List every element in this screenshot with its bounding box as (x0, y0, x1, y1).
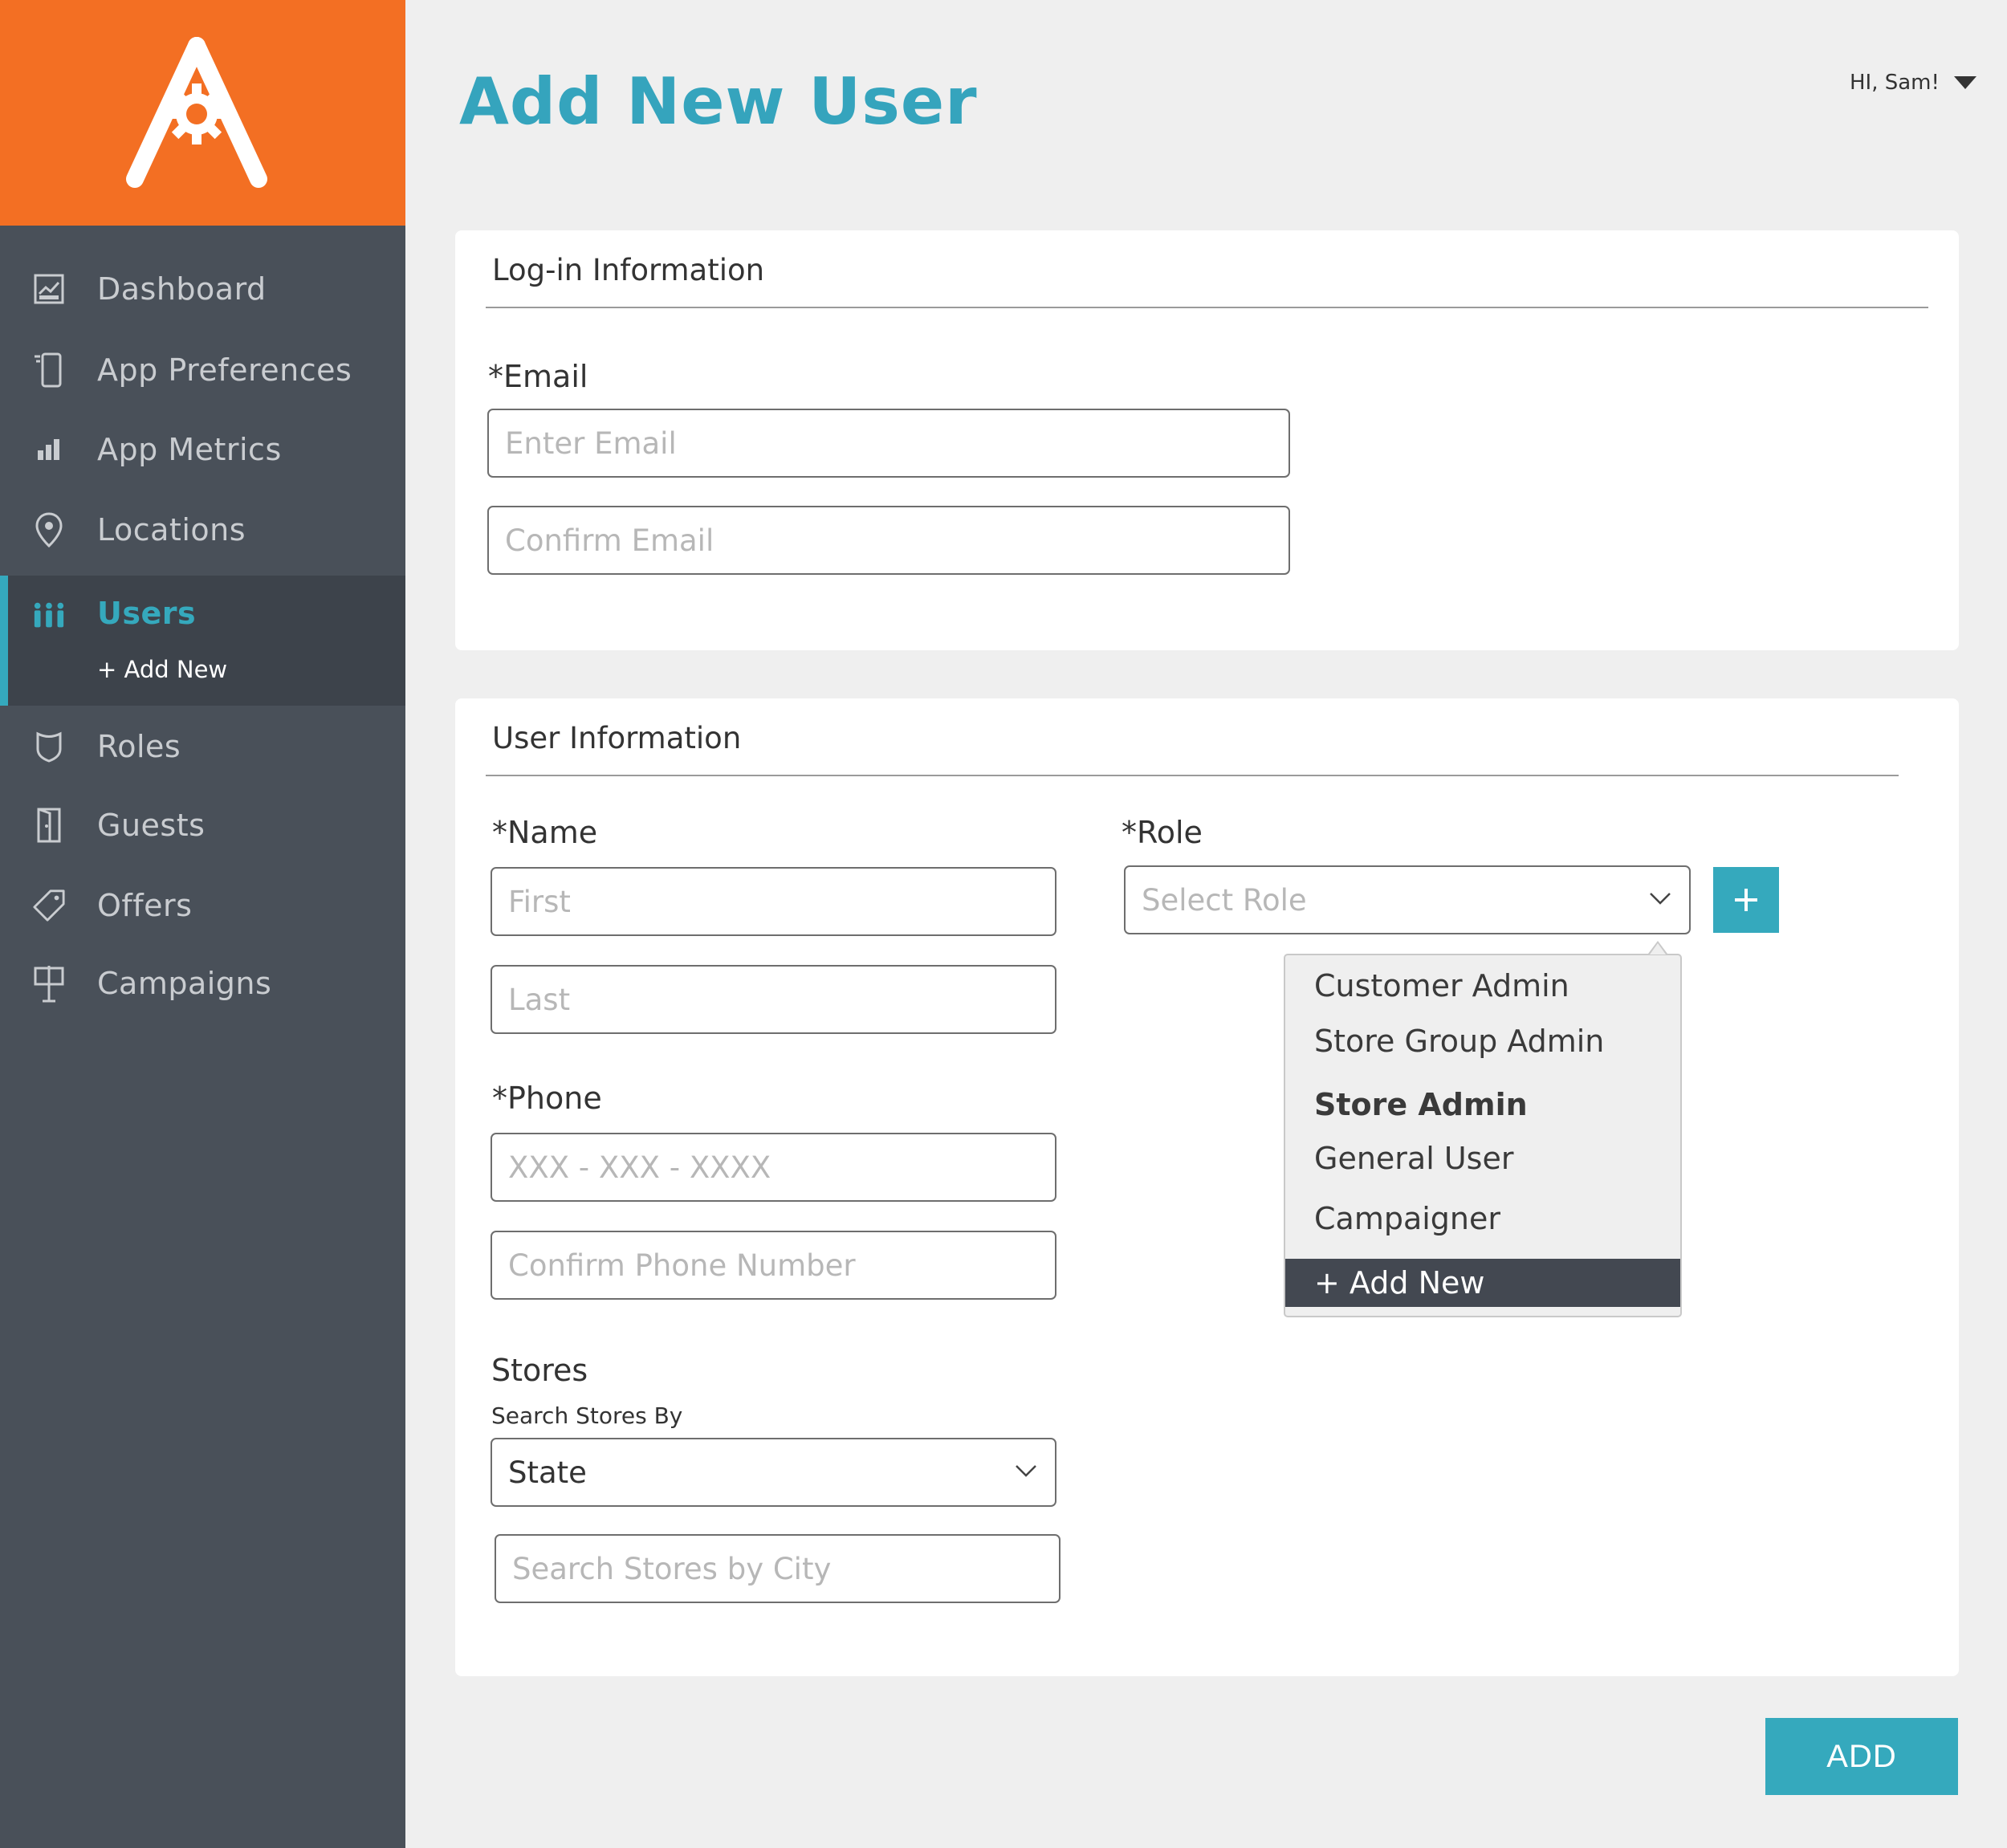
dashboard-icon (32, 272, 66, 306)
sidebar-item-label: Locations (97, 512, 246, 547)
tag-icon (32, 889, 66, 922)
first-name-input[interactable] (491, 867, 1056, 936)
confirm-email-input[interactable] (487, 506, 1290, 575)
sidebar-subitem-add-new-user[interactable]: + Add New (97, 656, 227, 683)
card-title: User Information (492, 721, 742, 755)
badge-icon (32, 730, 66, 763)
sidebar-item-label: App Preferences (97, 352, 352, 388)
bar-chart-icon (32, 433, 66, 466)
user-information-card: User Information *Name *Phone *Role Sele… (455, 698, 1959, 1676)
search-stores-by-label: Search Stores By (491, 1402, 683, 1429)
divider (486, 307, 1928, 308)
app-logo-icon (126, 37, 267, 188)
role-option-add-new[interactable]: + Add New (1285, 1259, 1680, 1307)
user-menu[interactable]: HI, Sam! (1850, 71, 1976, 95)
login-information-card: Log-in Information *Email (455, 230, 1959, 650)
sidebar-item-label: Dashboard (97, 271, 267, 307)
door-icon (32, 808, 66, 843)
sidebar-item-locations[interactable]: Locations (0, 490, 405, 570)
signboard-icon (32, 966, 66, 1003)
caret-down-icon (1953, 76, 1976, 89)
name-label: *Name (492, 815, 598, 850)
sidebar-item-users[interactable]: Users + Add New (0, 576, 405, 706)
role-option-general-user[interactable]: General User (1314, 1141, 1513, 1176)
last-name-input[interactable] (491, 965, 1056, 1034)
phone-label: *Phone (492, 1081, 602, 1116)
users-icon (32, 599, 66, 633)
sidebar-item-label: Guests (97, 808, 206, 843)
sidebar-item-label: Users (97, 596, 197, 631)
role-select-value: Select Role (1142, 883, 1307, 918)
phone-icon (32, 352, 66, 388)
sidebar-item-guests[interactable]: Guests (0, 785, 405, 865)
sidebar-item-campaigns[interactable]: Campaigns (0, 943, 405, 1024)
page-title: Add New User (459, 64, 978, 139)
role-select[interactable]: Select Role (1124, 865, 1691, 934)
chevron-down-icon (1015, 1463, 1037, 1481)
sidebar-item-app-preferences[interactable]: App Preferences (0, 330, 405, 410)
sidebar: Dashboard App Preferences App Metrics Lo… (0, 0, 405, 1848)
sidebar-item-roles[interactable]: Roles (0, 706, 405, 787)
divider (486, 775, 1899, 776)
sidebar-item-label: Roles (97, 729, 181, 764)
role-label: *Role (1122, 815, 1203, 850)
role-option-store-group-admin[interactable]: Store Group Admin (1314, 1024, 1604, 1059)
confirm-phone-input[interactable] (491, 1231, 1056, 1300)
phone-input[interactable] (491, 1133, 1056, 1202)
chevron-down-icon (1649, 891, 1671, 909)
sidebar-item-label: Offers (97, 888, 193, 923)
dropdown-pointer-fill (1650, 943, 1666, 955)
plus-icon (1735, 889, 1757, 911)
role-dropdown-menu: Customer Admin Store Group Admin Store A… (1284, 954, 1682, 1317)
sidebar-item-dashboard[interactable]: Dashboard (0, 249, 405, 329)
sidebar-item-app-metrics[interactable]: App Metrics (0, 409, 405, 490)
search-stores-city-input[interactable] (495, 1534, 1060, 1603)
search-stores-by-value: State (508, 1455, 587, 1490)
sidebar-item-label: App Metrics (97, 432, 282, 467)
role-option-store-admin[interactable]: Store Admin (1314, 1087, 1528, 1122)
map-pin-icon (32, 512, 66, 548)
role-option-customer-admin[interactable]: Customer Admin (1314, 968, 1569, 1003)
email-input[interactable] (487, 409, 1290, 478)
active-indicator (0, 576, 8, 706)
role-option-campaigner[interactable]: Campaigner (1314, 1201, 1500, 1236)
card-title: Log-in Information (492, 253, 765, 287)
sidebar-item-label: Campaigns (97, 966, 272, 1001)
add-user-button[interactable]: ADD (1765, 1718, 1958, 1795)
add-role-button[interactable] (1713, 867, 1779, 933)
stores-label: Stores (491, 1353, 588, 1388)
search-stores-by-select[interactable]: State (491, 1438, 1056, 1507)
user-greeting: HI, Sam! (1850, 71, 1940, 95)
sidebar-item-offers[interactable]: Offers (0, 865, 405, 946)
logo-area[interactable] (0, 0, 405, 226)
email-label: *Email (488, 359, 588, 394)
